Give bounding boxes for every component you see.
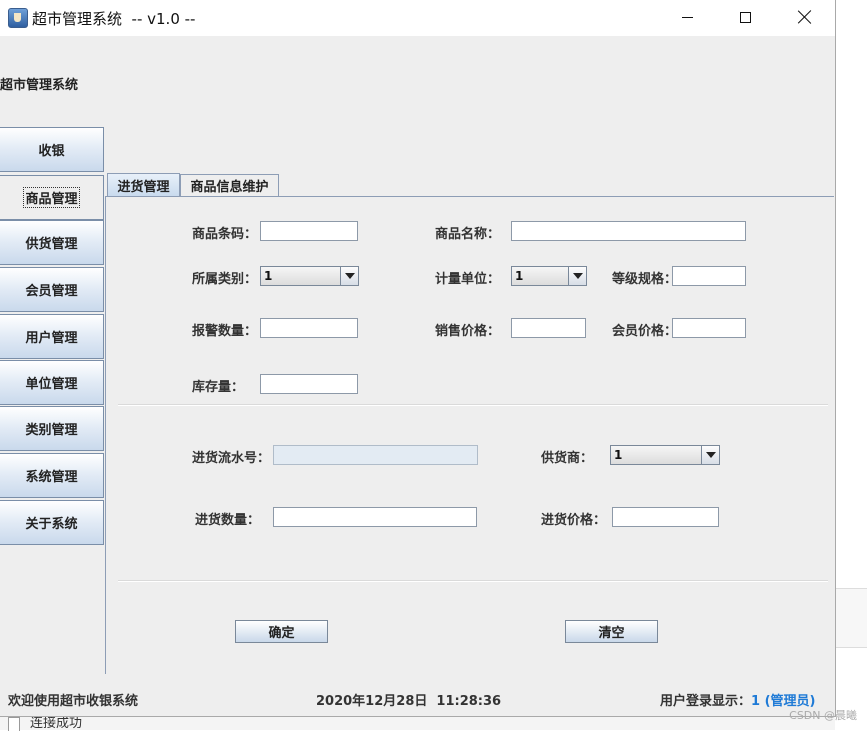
sidebar-item-checkout[interactable]: 收银 — [0, 127, 104, 172]
watermark: CSDN @晨曦 — [789, 709, 857, 722]
purchase-qty-input[interactable] — [273, 507, 477, 527]
sidebar-item-user[interactable]: 用户管理 — [0, 314, 104, 359]
purchase-price-input[interactable] — [612, 507, 719, 527]
tab-purchase[interactable]: 进货管理 — [107, 173, 180, 196]
sidebar-item-label: 供货管理 — [25, 237, 78, 252]
java-app-icon — [8, 8, 28, 28]
sidebar-item-member[interactable]: 会员管理 — [0, 267, 104, 312]
supplier-select-value: 1 — [614, 448, 623, 462]
serial-no-input — [273, 445, 478, 465]
sidebar-item-label: 系统管理 — [25, 470, 78, 485]
sale-price-label: 销售价格： — [435, 324, 501, 339]
product-name-input[interactable] — [511, 221, 746, 241]
barcode-label: 商品条码： — [192, 227, 258, 242]
sidebar-item-product[interactable]: 商品管理 — [0, 175, 104, 220]
title-bar: 超市管理系统 -- v1.0 -- — [0, 0, 835, 36]
confirm-button[interactable]: 确定 — [235, 620, 328, 643]
main-window: 超市管理系统 -- v1.0 -- 超市管理系统 收银 商品管理 供货管理 会员… — [0, 0, 836, 717]
divider — [118, 404, 828, 406]
category-select[interactable]: 1 — [260, 266, 359, 286]
product-name-label: 商品名称： — [435, 227, 501, 242]
tab-label: 进货管理 — [117, 179, 170, 195]
supplier-label: 供货商： — [541, 451, 594, 466]
category-select-value: 1 — [264, 269, 273, 283]
sidebar-item-label: 类别管理 — [25, 423, 78, 438]
purchase-qty-label: 进货数量： — [195, 513, 261, 528]
alarm-qty-label: 报警数量： — [192, 324, 258, 339]
close-icon — [798, 10, 812, 24]
user-status-label: 用户登录显示： — [660, 694, 752, 709]
purchase-price-label: 进货价格： — [541, 513, 607, 528]
barcode-input[interactable] — [260, 221, 358, 241]
datetime-status: 2020年12月28日 11:28:36 — [316, 694, 502, 709]
confirm-button-label: 确定 — [268, 626, 295, 641]
grade-input[interactable] — [672, 266, 746, 286]
sidebar-item-category[interactable]: 类别管理 — [0, 406, 104, 451]
unit-select[interactable]: 1 — [511, 266, 587, 286]
alarm-qty-input[interactable] — [260, 318, 358, 338]
tab-label: 商品信息维护 — [190, 180, 269, 195]
clear-button[interactable]: 清空 — [565, 620, 658, 643]
unit-label: 计量单位： — [435, 272, 501, 287]
serial-no-label: 进货流水号： — [192, 451, 271, 466]
divider — [118, 580, 828, 582]
sidebar-item-label: 商品管理 — [23, 187, 80, 208]
window-title: 超市管理系统 -- v1.0 -- — [32, 10, 196, 28]
unit-select-value: 1 — [515, 269, 524, 283]
sidebar-item-label: 关于系统 — [25, 517, 78, 532]
minimize-icon — [681, 16, 693, 18]
grade-label: 等级规格： — [612, 272, 678, 287]
chevron-down-icon[interactable] — [701, 446, 719, 464]
sidebar-item-about[interactable]: 关于系统 — [0, 500, 104, 545]
sidebar-item-supply[interactable]: 供货管理 — [0, 220, 104, 265]
background-window-checkbox — [8, 717, 20, 731]
sidebar-item-label: 用户管理 — [25, 331, 78, 346]
stock-input[interactable] — [260, 374, 358, 394]
sidebar-item-label: 会员管理 — [25, 284, 78, 299]
chevron-down-icon[interactable] — [340, 267, 358, 285]
app-title: 超市管理系统 — [0, 78, 79, 93]
maximize-button[interactable] — [716, 0, 774, 34]
member-price-input[interactable] — [672, 318, 746, 338]
clear-button-label: 清空 — [598, 626, 625, 641]
member-price-label: 会员价格： — [612, 324, 678, 339]
category-label: 所属类别： — [192, 272, 258, 287]
stock-label: 库存量： — [192, 380, 245, 395]
minimize-button[interactable] — [658, 0, 716, 34]
chevron-down-icon[interactable] — [568, 267, 586, 285]
background-window-edge — [0, 716, 835, 730]
sidebar-item-unit[interactable]: 单位管理 — [0, 360, 104, 405]
welcome-status: 欢迎使用超市收银系统 — [8, 694, 139, 709]
sale-price-input[interactable] — [511, 318, 586, 338]
sidebar-item-label: 收银 — [38, 144, 65, 159]
background-window-strip — [835, 588, 867, 648]
tab-product-info[interactable]: 商品信息维护 — [180, 174, 279, 196]
sidebar-item-system[interactable]: 系统管理 — [0, 453, 104, 498]
close-button[interactable] — [776, 0, 834, 34]
maximize-icon — [739, 11, 751, 23]
supplier-select[interactable]: 1 — [610, 445, 720, 465]
sidebar-item-label: 单位管理 — [25, 377, 78, 392]
